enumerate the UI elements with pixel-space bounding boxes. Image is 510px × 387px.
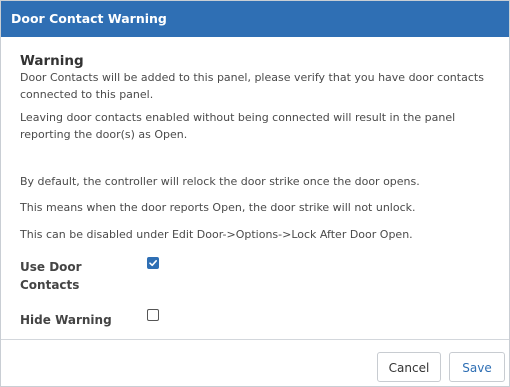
info-paragraph-1: By default, the controller will relock t… xyxy=(20,175,420,188)
warning-paragraph-1: Door Contacts will be added to this pane… xyxy=(20,71,484,101)
dialog-footer: Cancel Save xyxy=(1,339,509,387)
warning-heading: Warning xyxy=(20,53,84,69)
use-door-contacts-label: Use Door Contacts xyxy=(20,260,82,292)
dialog-body: Warning Door Contacts will be added to t… xyxy=(1,37,509,340)
use-door-contacts-checkbox[interactable] xyxy=(147,257,159,269)
checkmark-icon xyxy=(149,260,157,267)
info-paragraph-3: This can be disabled under Edit Door->Op… xyxy=(20,228,413,241)
cancel-button[interactable]: Cancel xyxy=(377,352,441,382)
hide-warning-label: Hide Warning xyxy=(20,313,112,327)
door-contact-warning-dialog: Door Contact Warning Warning Door Contac… xyxy=(0,0,510,387)
save-button[interactable]: Save xyxy=(449,352,505,382)
dialog-title: Door Contact Warning xyxy=(1,1,509,37)
info-paragraph-2: This means when the door reports Open, t… xyxy=(20,201,416,214)
hide-warning-checkbox[interactable] xyxy=(147,309,159,321)
warning-paragraph-2: Leaving door contacts enabled without be… xyxy=(20,111,456,141)
